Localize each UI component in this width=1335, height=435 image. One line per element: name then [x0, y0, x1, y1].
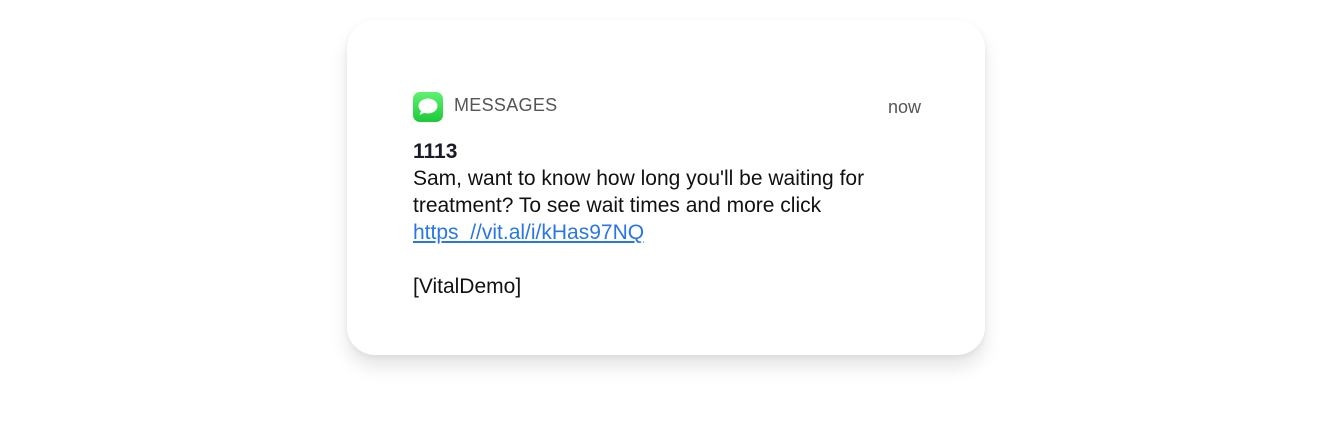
messages-app-icon	[413, 92, 443, 122]
sender-number: 1113	[413, 140, 458, 163]
notification-content: 1113 Sam, want to know how long you'll b…	[413, 138, 933, 300]
message-link[interactable]: https_//vit.al/i/kHas97NQ	[413, 221, 644, 244]
notification-header: MESSAGES now	[413, 92, 921, 122]
sms-notification-card[interactable]: MESSAGES now 1113 Sam, want to know how …	[347, 20, 985, 355]
notification-time: now	[887, 97, 921, 117]
message-body: Sam, want to know how long you'll be wai…	[413, 165, 933, 246]
message-signature: [VitalDemo]	[413, 275, 522, 298]
speech-bubble-icon	[418, 98, 438, 115]
app-name: MESSAGES	[454, 95, 558, 115]
message-text: Sam, want to know how long you'll be wai…	[413, 167, 865, 217]
